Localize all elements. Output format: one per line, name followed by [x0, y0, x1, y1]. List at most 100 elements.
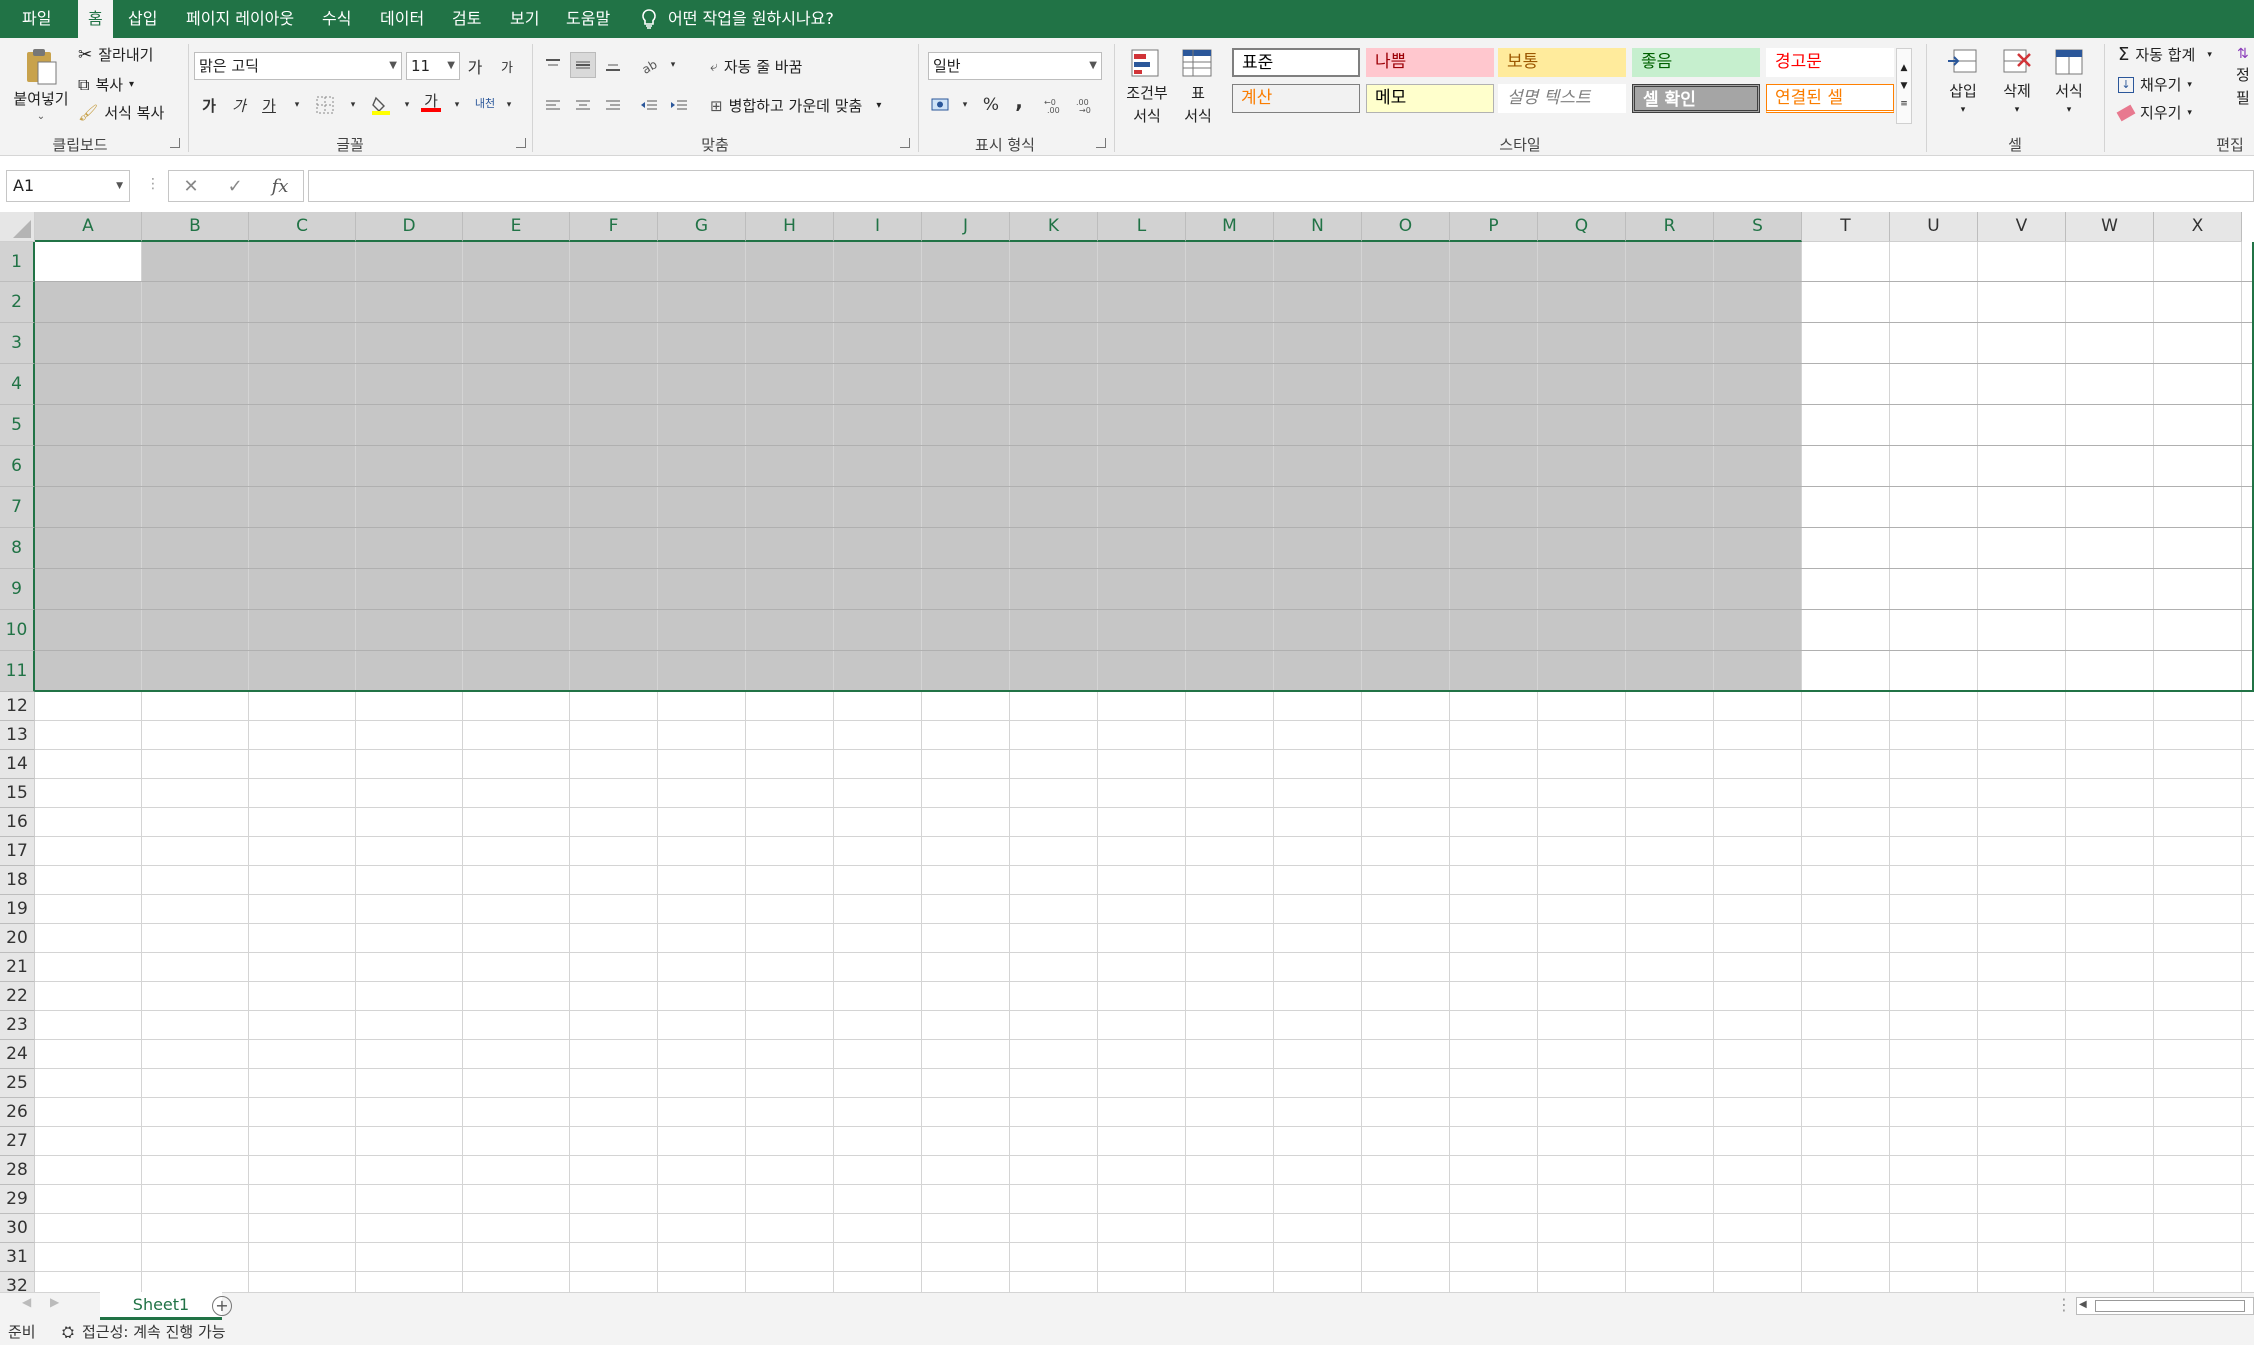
- tell-me-search[interactable]: 어떤 작업을 원하시나요?: [640, 0, 834, 38]
- column-header-t[interactable]: T: [1802, 212, 1890, 242]
- accessibility-icon[interactable]: ⛭: [62, 1320, 74, 1345]
- delete-cells-button[interactable]: 삭제 ▾: [1994, 46, 2040, 115]
- decrease-indent-icon[interactable]: [636, 92, 662, 118]
- scroll-down-icon[interactable]: ▼: [1901, 81, 1908, 91]
- row-header-6[interactable]: 6: [0, 446, 35, 487]
- row-header-25[interactable]: 25: [0, 1069, 35, 1098]
- sort-filter-button[interactable]: ⇅ 정 필: [2236, 46, 2250, 108]
- clipboard-launcher-icon[interactable]: [170, 138, 180, 148]
- row-header-10[interactable]: 10: [0, 610, 35, 651]
- row-header-12[interactable]: 12: [0, 692, 35, 721]
- scroll-left-icon[interactable]: ◀: [2079, 1299, 2087, 1310]
- currency-icon[interactable]: [928, 92, 954, 118]
- column-header-f[interactable]: F: [570, 212, 658, 242]
- row-header-22[interactable]: 22: [0, 982, 35, 1011]
- row-header-15[interactable]: 15: [0, 779, 35, 808]
- scroll-up-icon[interactable]: ▲: [1901, 63, 1908, 73]
- column-header-m[interactable]: M: [1186, 212, 1274, 242]
- row-header-19[interactable]: 19: [0, 895, 35, 924]
- row-header-7[interactable]: 7: [0, 487, 35, 528]
- chevron-down-icon[interactable]: ▾: [284, 92, 310, 118]
- align-middle-icon[interactable]: [570, 52, 596, 78]
- column-header-h[interactable]: H: [746, 212, 834, 242]
- increase-indent-icon[interactable]: [666, 92, 692, 118]
- chevron-down-icon[interactable]: ▾: [340, 92, 366, 118]
- chevron-down-icon[interactable]: ▾: [496, 92, 522, 118]
- column-header-x[interactable]: X: [2154, 212, 2242, 242]
- column-header-w[interactable]: W: [2066, 212, 2154, 242]
- column-header-q[interactable]: Q: [1538, 212, 1626, 242]
- orientation-icon[interactable]: ab: [636, 52, 662, 78]
- row-header-14[interactable]: 14: [0, 750, 35, 779]
- row-header-18[interactable]: 18: [0, 866, 35, 895]
- row-header-3[interactable]: 3: [0, 323, 35, 364]
- row-header-17[interactable]: 17: [0, 837, 35, 866]
- column-header-d[interactable]: D: [356, 212, 463, 242]
- wrap-text-button[interactable]: ⤶ 자동 줄 바꿈: [710, 56, 802, 77]
- format-as-table-button[interactable]: 표 서식: [1178, 48, 1218, 126]
- cell-style-0[interactable]: 표준: [1232, 48, 1360, 77]
- column-header-c[interactable]: C: [249, 212, 356, 242]
- add-sheet-icon[interactable]: +: [212, 1296, 232, 1316]
- column-header-r[interactable]: R: [1626, 212, 1714, 242]
- align-bottom-icon[interactable]: [600, 52, 626, 78]
- increase-decimal-icon[interactable]: ←0.00: [1042, 92, 1068, 118]
- cut-button[interactable]: ✂ 잘라내기: [78, 44, 153, 65]
- borders-icon[interactable]: [312, 92, 338, 118]
- fill-button[interactable]: ↓ 채우기 ▾: [2118, 74, 2192, 95]
- row-header-5[interactable]: 5: [0, 405, 35, 446]
- decrease-decimal-icon[interactable]: .00 →0: [1074, 92, 1100, 118]
- row-header-13[interactable]: 13: [0, 721, 35, 750]
- insert-function-icon[interactable]: fx: [272, 176, 289, 197]
- cell-area[interactable]: [35, 242, 2254, 1292]
- percent-button[interactable]: %: [978, 92, 1004, 118]
- select-all-button[interactable]: [0, 212, 35, 242]
- number-launcher-icon[interactable]: [1096, 138, 1106, 148]
- copy-button[interactable]: ⧉ 복사 ▾: [78, 74, 134, 95]
- conditional-format-button[interactable]: 조건부 서식: [1124, 48, 1170, 126]
- align-left-icon[interactable]: [540, 92, 566, 118]
- shrink-font-button[interactable]: 가: [494, 53, 520, 79]
- format-painter-button[interactable]: 🖌 서식 복사: [78, 102, 164, 123]
- row-header-24[interactable]: 24: [0, 1040, 35, 1069]
- tab-home[interactable]: 홈: [78, 0, 113, 38]
- align-right-icon[interactable]: [600, 92, 626, 118]
- tab-help[interactable]: 도움말: [556, 0, 620, 38]
- row-header-32[interactable]: 32: [0, 1272, 35, 1292]
- column-header-n[interactable]: N: [1274, 212, 1362, 242]
- insert-cells-button[interactable]: 삽입 ▾: [1940, 46, 1986, 115]
- cell-style-6[interactable]: 메모: [1366, 84, 1494, 113]
- bold-button[interactable]: 가: [196, 92, 222, 118]
- row-header-27[interactable]: 27: [0, 1127, 35, 1156]
- clear-button[interactable]: 지우기 ▾: [2116, 102, 2192, 123]
- row-header-28[interactable]: 28: [0, 1156, 35, 1185]
- horizontal-scrollbar[interactable]: ◀: [2076, 1297, 2254, 1315]
- font-size-select[interactable]: 11 ▼: [406, 52, 460, 80]
- scroll-left-icon[interactable]: ◀: [22, 1295, 31, 1309]
- row-header-21[interactable]: 21: [0, 953, 35, 982]
- chevron-down-icon[interactable]: ▾: [660, 52, 686, 78]
- splitter-grip-icon[interactable]: ⋮: [2056, 1295, 2072, 1314]
- comma-button[interactable]: ,: [1006, 88, 1032, 114]
- row-header-30[interactable]: 30: [0, 1214, 35, 1243]
- font-launcher-icon[interactable]: [516, 138, 526, 148]
- column-header-a[interactable]: A: [35, 212, 142, 242]
- worksheet-grid[interactable]: ABCDEFGHIJKLMNOPQRSTUVWX 1 2 3 4 5 6 7 8 9 10 11 12…: [0, 212, 2254, 1292]
- status-accessibility[interactable]: 접근성: 계속 진행 가능: [82, 1320, 226, 1345]
- scrollbar-thumb[interactable]: [2095, 1300, 2245, 1312]
- column-header-k[interactable]: K: [1010, 212, 1098, 242]
- tab-page-layout[interactable]: 페이지 레이아웃: [176, 0, 304, 38]
- cell-style-5[interactable]: 계산: [1232, 84, 1360, 113]
- column-header-v[interactable]: V: [1978, 212, 2066, 242]
- formula-input[interactable]: [308, 170, 2254, 202]
- underline-button[interactable]: 가: [256, 92, 282, 118]
- phonetic-guide-button[interactable]: 내천: [472, 90, 498, 116]
- column-header-o[interactable]: O: [1362, 212, 1450, 242]
- align-top-icon[interactable]: [540, 52, 566, 78]
- sheet-tab-sheet1[interactable]: Sheet1: [100, 1292, 222, 1320]
- autosum-button[interactable]: Σ 자동 합계 ▾: [2118, 44, 2212, 65]
- fill-color-icon[interactable]: [368, 92, 394, 118]
- column-header-i[interactable]: I: [834, 212, 922, 242]
- number-format-select[interactable]: 일반 ▼: [928, 52, 1102, 80]
- italic-button[interactable]: 가: [226, 92, 252, 118]
